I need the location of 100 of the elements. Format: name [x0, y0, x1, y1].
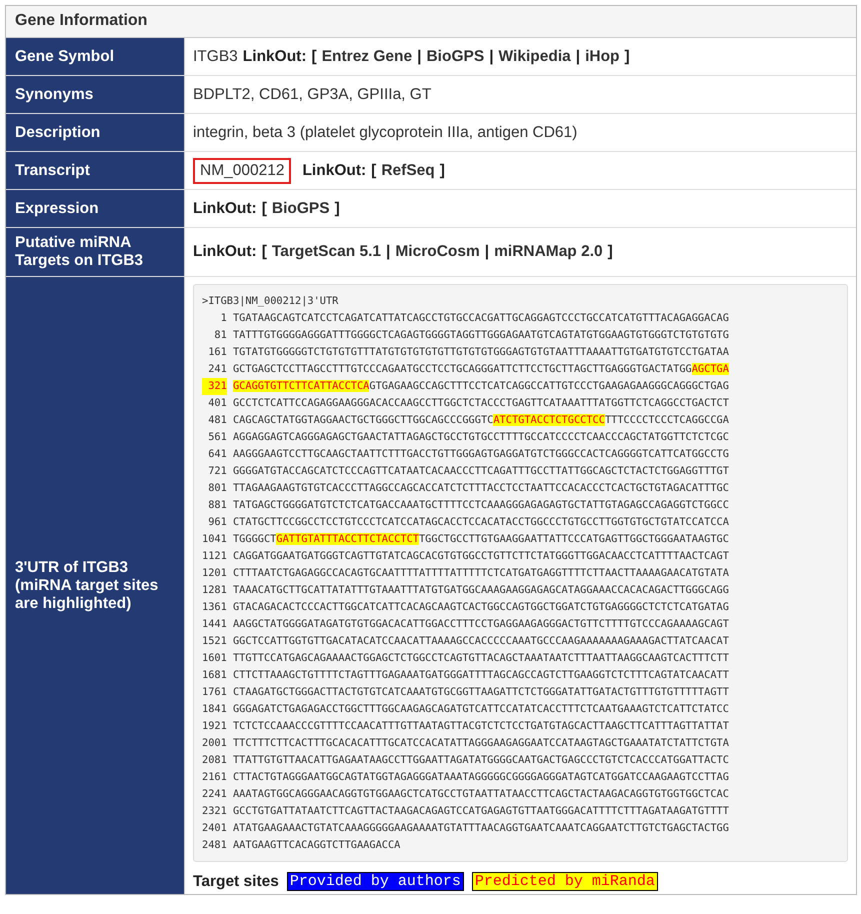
bold-text: | [489, 48, 494, 66]
bold-text: ] [608, 243, 613, 261]
sequence-line: CTATGCTTCCGGCCTCCTGTCCCTCATCCATAGCACCTCCACATACCTGGCCCTGTGCCTTGGTGTGCTGTATCCATCCA [232, 515, 729, 530]
bold-text: LinkOut: [193, 200, 257, 218]
bold-text: LinkOut: [302, 162, 366, 180]
line-number: 2401 [202, 821, 227, 836]
sequence-line: CTTCTTAAAGCTGTTTTCTAGTTTGAGAAATGATGGGATTTTAGCAGCCAGTCTTGAAGGTCTCTTTCAGTATCAACATT [232, 668, 729, 683]
bold-text: | [417, 48, 422, 66]
line-number: 161 [207, 345, 227, 360]
sequence-line: GTACAGACACTCCCACTTGGCATCATTCACAGCAAGTCACTGGCCAGTGGCTGGATCTGTGAGGGGCTCTCTCATGATAG [232, 600, 729, 615]
line-number: 321 [202, 378, 227, 395]
line-number: 2321 [202, 804, 227, 819]
legend-item: Provided by authors [286, 872, 464, 891]
row-label: Expression [6, 190, 185, 227]
bold-text: | [484, 243, 490, 261]
bold-text: | [386, 243, 390, 261]
row-label: Putative miRNA Targets on ITGB3 [6, 228, 185, 276]
sequence-line: GGGAGATCTGAGAGACCTGGCTTTGGCAAGAGCAGATGTCATTCCATATCACCTTTCTCAATGAAAGTCTCATTCTATCC [232, 702, 729, 717]
link[interactable]: Wikipedia [498, 48, 571, 66]
line-number: 2241 [202, 787, 227, 802]
bold-text: ] [624, 48, 630, 66]
link[interactable]: BioGPS [272, 200, 330, 218]
sequence-line: CTTACTGTAGGGAATGGCAGTATGGTAGAGGGATAAATAGGGGGCGGGGAGGGATAGTCATGGATCCAAGAAGTCCTTAG [232, 770, 729, 785]
bold-text: ] [334, 200, 340, 218]
line-number: 1121 [202, 549, 227, 564]
sequence-line: ATATGAAGAAACTGTATCAAAGGGGGAAGAAAATGTATTTAACAGGTGAATCAAATCAGGAATCTTGTCTGAGCTACTGG [232, 821, 729, 836]
value-text: integrin, beta 3 (platelet glycoprotein IIIa, antigen CD61) [193, 124, 578, 142]
bold-text: [ [262, 200, 267, 218]
sequence-line: GCCTCTCATTCCAGAGGAAGGGACACCAAGCCTTGGCTCTACCCTGAGTTCATAAATTTATGGTTCTCAGGCCTGACTCT [232, 396, 729, 411]
line-number: 1921 [202, 719, 227, 734]
sequence-line: AAGGCTATGGGGATAGATGTGTGGACACATTGGACCTTTCCTGAGGAAGAGGGACTGTTCTTTTGTCCCAGAAAAGCAGT [232, 617, 729, 632]
sequence-line: TCTCTCCAAACCCGTTTTCCAACATTTGTTAATAGTTACGTCTCTCCTGATGTAGCACTTAAGCTTCATTTAGTTATTAT [232, 719, 729, 734]
line-number: 1041 [202, 532, 227, 547]
row-label: Synonyms [6, 76, 185, 113]
line-number: 1441 [202, 617, 227, 632]
sequence-line: AGGAGGAGTCAGGGAGAGCTGAACTATTAGAGCTGCCTGTGCCTTTTGCCATCCCCTCAACCCAGCTATGGTTCTCTCGC [232, 430, 729, 445]
legend-item: Predicted by miRanda [472, 872, 658, 891]
sequence-line: TATGAGCTGGGGATGTCTCTCATGACCAAATGCTTTTCCTCAAAGGGAGAGAGTGCTATTGTAGAGCCAGAGGTCTGGCC [232, 498, 729, 513]
sequence-line: TAAACATGCTTGCATTATATTTGTAAATTTATGTGATGGCAAAGAAGGAGAGCATAGGAAACCACACAGACTTGGGCAGG [232, 583, 729, 598]
line-number: 561 [207, 430, 227, 445]
link[interactable]: miRNAMap 2.0 [494, 243, 603, 261]
sequence-line: TATTTGTGGGGAGGGATTTGGGGCTCAGAGTGGGGTAGGTTGGGAGAATGTCAGTATGTGGAAGTGTGGGTCTGTGTGTG [232, 328, 729, 343]
line-number: 881 [207, 498, 227, 513]
line-number: 81 [213, 328, 227, 343]
panel-title: Gene Information [6, 6, 856, 38]
line-number: 1361 [202, 600, 227, 615]
legend-title: Target sites [193, 872, 279, 890]
bold-text: ] [440, 162, 445, 180]
value-text: BDPLT2, CD61, GP3A, GPIIIa, GT [193, 86, 432, 104]
bold-text: LinkOut: [242, 48, 307, 66]
link[interactable]: iHop [585, 48, 620, 66]
line-number: 801 [207, 481, 227, 496]
line-number: 481 [207, 413, 227, 428]
link[interactable]: Entrez Gene [322, 48, 412, 66]
line-number: 1521 [202, 634, 227, 649]
line-number: 2481 [202, 838, 227, 853]
sequence-line: AATGAAGTTCACAGGTCTTGAAGACCA [232, 838, 400, 853]
line-number: 1841 [202, 702, 227, 717]
highlighted-transcript: NM_000212 [193, 158, 292, 184]
link[interactable]: MicroCosm [395, 243, 480, 261]
link[interactable]: BioGPS [426, 48, 484, 66]
line-number: 1601 [202, 651, 227, 666]
line-number: 2001 [202, 736, 227, 751]
sequence-line: TTCTTTCTTCACTTTGCACACATTTGCATCCACATATTAGGGAAGAGGAATCCATAAGTAGCTGAAATATCTATTCTGTA [232, 736, 729, 751]
sequence-line: CTTTAATCTGAGAGGCCACAGTGCAATTTTATTTTATTTTTCTCATGATGAGGTTTTCTTAACTTAAAAGAACATGTATA [232, 566, 729, 581]
line-number: 2161 [202, 770, 227, 785]
bold-text: [ [262, 243, 267, 261]
line-number: 641 [207, 447, 227, 462]
bold-text: | [576, 48, 580, 66]
sequence-line: TTGTTCCATGAGCAGAAAACTGGAGCTCTGGCCTCAGTGTTACAGCTAAATAATCTTTAATTAAGGCAAGTCACTTTCTT [232, 651, 729, 666]
link[interactable]: TargetScan 5.1 [272, 243, 382, 261]
row-label: Gene Symbol [6, 38, 185, 75]
line-number: 1201 [202, 566, 227, 581]
sequence-line: GCCTGTGATTATAATCTTCAGTTACTAAGACAGAGTCCATGAGAGTGTTAATGGGACATTTTCTTTAGATAAGATGTTTT [232, 804, 729, 819]
value-text: ITGB3 [193, 48, 238, 66]
line-number: 1681 [202, 668, 227, 683]
row-label: 3'UTR of ITGB3 (miRNA target sites are highlighted) [6, 277, 185, 894]
sequence-line: TGATAAGCAGTCATCCTCAGATCATTATCAGCCTGTGCCACGATTGCAGGAGTCCCTGCCATCATGTTTACAGAGGACAG [232, 311, 729, 326]
line-number: 241 [207, 362, 227, 377]
bold-text: LinkOut: [193, 243, 257, 261]
sequence-line: AAGGGAAGTCCTTGCAAGCTAATTCTTTGACCTGTTGGGAGTGAGGATGTCTGGGCCACTCAGGGGTCATTCATGGCCTG [232, 447, 729, 462]
row-label: Description [6, 114, 185, 151]
bold-text: [ [312, 48, 317, 66]
sequence-line: TGGGGCTGATTGTATTTACCTTCTACCTCTTGGCTGCCTTGTGAAGGAATTATTCCCATGAGTTGGCTGGGAATAAGTGC [232, 532, 729, 547]
link[interactable]: RefSeq [381, 162, 435, 180]
sequence-header: >ITGB3|NM_000212|3'UTR [202, 294, 338, 309]
sequence-line: GCAGGTGTTCTTCATTACCTCAGTGAGAAGCCAGCTTTCCTCATCAGGCCATTGTCCCTGAAGAGAAGGGCAGGGCTGAG [232, 379, 729, 394]
bold-text: [ [371, 162, 376, 180]
sequence-line: GGCTCCATTGGTGTTGACATACATCCAACATTAAAAGCCACCCCCAAATGCCCAAGAAAAAAAGAAAGACTTATCAACAT [232, 634, 729, 649]
line-number: 1281 [202, 583, 227, 598]
sequence-line: CTAAGATGCTGGGACTTACTGTGTCATCAAATGTGCGGTTAAGATTCTCTGGGATATTGATACTGTTTGTGTTTTTAGTT [232, 685, 729, 700]
line-number: 721 [207, 464, 227, 479]
sequence-line: CAGCAGCTATGGTAGGAACTGCTGGGCTTGGCAGCCCGGGTCATCTGTACCTCTGCCTCCTTTCCCCTCCCTCAGGCCGA [232, 413, 729, 428]
sequence-line: GGGGATGTACCAGCATCTCCCAGTTCATAATCACAACCCTTCAGATTTGCCTTATTGGCAGCTCTACTCTGGAGGTTTGT [232, 464, 729, 479]
sequence-line: TTATTGTGTTAACATTGAGAATAAGCCTTGGAATTAGATATGGGGCAATGACTGAGCCCTGTCTCACCCATGGATTACTC [232, 753, 729, 768]
sequence-line: CAGGATGGAATGATGGGTCAGTTGTATCAGCACGTGTGGCCTGTTCTTCTATGGGTTGGACAACCTCATTTTAACTCAGT [232, 549, 729, 564]
line-number: 961 [207, 515, 227, 530]
line-number: 1761 [202, 685, 227, 700]
line-number: 2081 [202, 753, 227, 768]
line-number: 401 [207, 396, 227, 411]
